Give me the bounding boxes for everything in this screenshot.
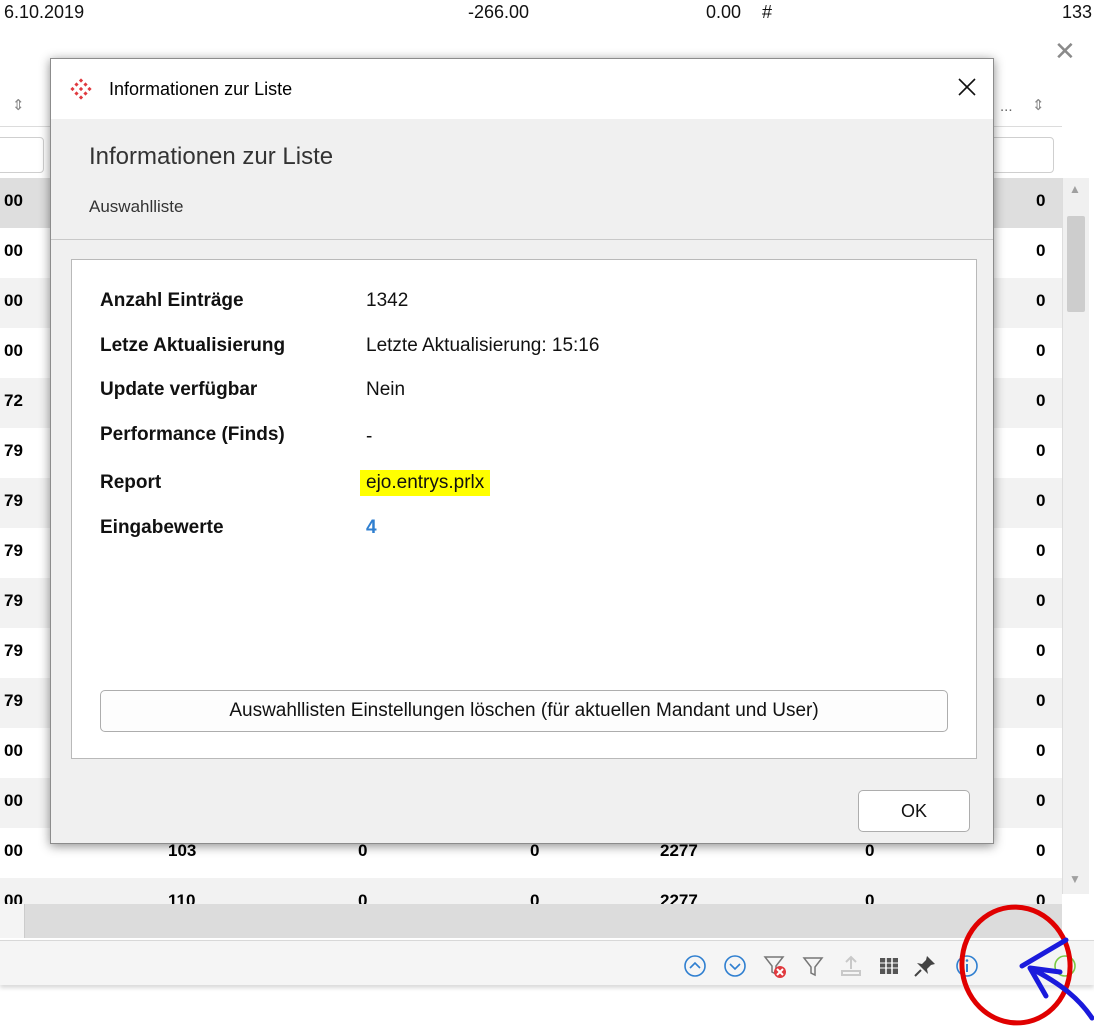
list-toolbar — [0, 940, 1094, 985]
table-cell: 00 — [4, 341, 23, 360]
report-label: Report — [100, 472, 162, 493]
table-cell: 79 — [4, 491, 23, 510]
sort-icon[interactable]: ⇕ — [1032, 96, 1045, 114]
scrollbar-start[interactable] — [0, 904, 25, 938]
row-cell-value: 0.00 — [706, 2, 742, 22]
table-cell: 00 — [4, 191, 23, 210]
scroll-up-icon[interactable] — [682, 953, 708, 979]
table-cell: 0 — [358, 841, 368, 860]
export-icon[interactable] — [838, 953, 864, 979]
table-cell: 0 — [1036, 241, 1046, 260]
dialog-close-icon[interactable] — [949, 69, 985, 105]
table-cell: 2277 — [660, 841, 698, 860]
input-values-link[interactable]: 4 — [366, 517, 377, 539]
entries-label: Anzahl Einträge — [100, 290, 244, 311]
performance-label: Performance (Finds) — [100, 424, 285, 445]
table-cell: 0 — [1036, 591, 1046, 610]
scroll-down-icon[interactable] — [722, 953, 748, 979]
table-cell: 0 — [1036, 341, 1046, 360]
table-cell: 72 — [4, 391, 23, 410]
column-filter-input[interactable] — [0, 137, 44, 173]
performance-value: - — [366, 426, 373, 447]
sort-icon[interactable]: ⇕ — [12, 96, 25, 114]
table-cell: 0 — [1036, 541, 1046, 560]
column-header-right[interactable]: ... ⇕ — [992, 86, 1062, 127]
input-values-label: Eingabewerte — [100, 517, 224, 538]
dialog-title: Informationen zur Liste — [109, 79, 293, 99]
scrollbar-thumb[interactable] — [1067, 216, 1085, 312]
last-update-value: Letzte Aktualisierung: 15:16 — [366, 335, 600, 356]
table-cell: 79 — [4, 591, 23, 610]
refresh-icon[interactable] — [1052, 953, 1078, 979]
table-cell: 00 — [4, 241, 23, 260]
table-cell: 0 — [1036, 791, 1046, 810]
scroll-down-arrow-icon[interactable]: ▼ — [1069, 872, 1081, 886]
dialog-titlebar[interactable]: Informationen zur Liste — [51, 59, 993, 119]
update-available-label: Update verfügbar — [100, 379, 258, 400]
row-cell-right: 133 — [1062, 2, 1093, 22]
pin-icon[interactable] — [912, 953, 938, 979]
vertical-scrollbar[interactable]: ▲ ▼ — [1062, 178, 1089, 894]
columns-icon[interactable] — [876, 953, 902, 979]
horizontal-scrollbar[interactable] — [0, 904, 1062, 938]
dialog-subheading: Auswahlliste — [89, 197, 184, 216]
last-update-label: Letze Aktualisierung — [100, 335, 286, 356]
table-cell: 79 — [4, 691, 23, 710]
dialog-heading: Informationen zur Liste — [89, 143, 334, 170]
table-cell: 0 — [1036, 741, 1046, 760]
column-header-label: ... — [1000, 98, 1013, 115]
table-cell: 79 — [4, 441, 23, 460]
window-close-icon[interactable]: ✕ — [1054, 38, 1076, 64]
info-icon[interactable] — [954, 953, 980, 979]
table-cell: 0 — [865, 841, 875, 860]
report-value: ejo.entrys.prlx — [360, 470, 491, 496]
table-cell: 79 — [4, 541, 23, 560]
dialog-body: Informationen zur Liste Auswahlliste Anz… — [51, 119, 993, 843]
column-filter-input[interactable] — [990, 137, 1054, 173]
info-panel: Anzahl Einträge 1342 Letze Aktualisierun… — [71, 259, 977, 759]
table-cell: 00 — [4, 841, 23, 860]
row-cell-hash: # — [762, 2, 773, 22]
table-cell: 00 — [4, 791, 23, 810]
row-cell-amount: -266.00 — [468, 2, 530, 22]
table-cell: 0 — [1036, 391, 1046, 410]
update-available-value: Nein — [366, 379, 406, 400]
table-cell: 0 — [1036, 491, 1046, 510]
table-cell: 0 — [1036, 641, 1046, 660]
table-cell: 0 — [1036, 841, 1046, 860]
list-info-dialog: Informationen zur Liste Informationen zu… — [50, 58, 994, 844]
table-cell: 79 — [4, 641, 23, 660]
table-cell: 0 — [1036, 691, 1046, 710]
row-cell-date: 6.10.2019 — [4, 2, 85, 22]
table-cell: 103 — [168, 841, 197, 860]
app-logo-icon — [69, 77, 93, 101]
table-cell: 0 — [1036, 291, 1046, 310]
reset-list-settings-button[interactable]: Auswahllisten Einstellungen löschen (für… — [100, 690, 948, 732]
clear-filter-icon[interactable] — [762, 953, 788, 979]
divider — [51, 239, 993, 240]
table-cell: 0 — [1036, 441, 1046, 460]
table-cell: 0 — [1036, 191, 1046, 210]
scroll-up-arrow-icon[interactable]: ▲ — [1069, 182, 1081, 196]
table-cell: 0 — [530, 841, 540, 860]
ok-button[interactable]: OK — [858, 790, 970, 832]
table-cell: 00 — [4, 291, 23, 310]
table-cell: 00 — [4, 741, 23, 760]
filter-icon[interactable] — [800, 953, 826, 979]
entries-value: 1342 — [366, 290, 409, 311]
column-header-left[interactable]: ⇕ — [0, 86, 50, 127]
